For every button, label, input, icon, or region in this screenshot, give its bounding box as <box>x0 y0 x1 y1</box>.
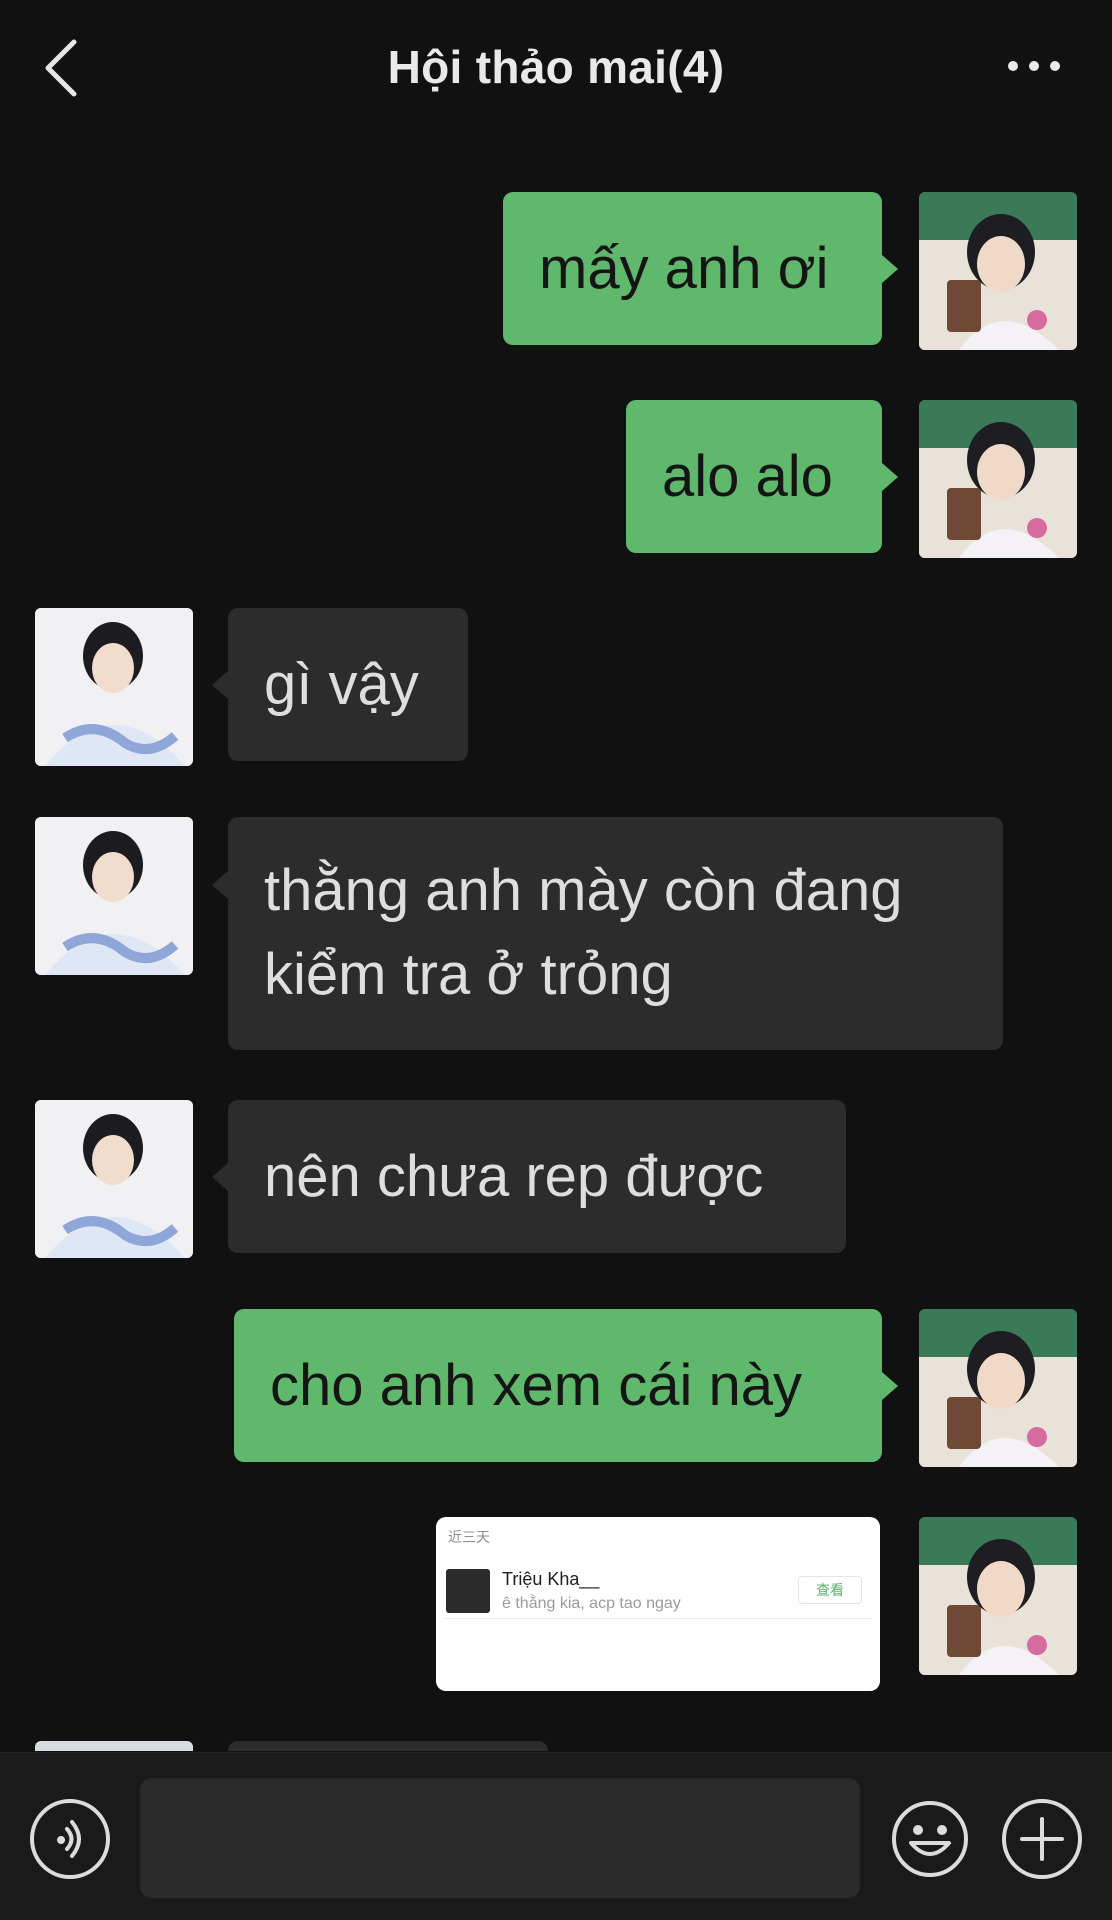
message-bubble-received[interactable]: nên chưa rep được <box>212 1100 846 1253</box>
card-header-text: 近三天 <box>448 1529 490 1545</box>
plus-icon[interactable] <box>1002 1799 1082 1879</box>
card-contact-message: ê thằng kia, acp tao ngay <box>502 1595 681 1612</box>
message-text-line: thằng anh mày còn đang <box>264 858 903 923</box>
avatar-contact-partial <box>35 1741 193 1751</box>
input-bar <box>0 1752 1112 1920</box>
message-text: cho anh xem cái này <box>270 1352 802 1418</box>
chat-header: Hội thảo mai(4) <box>0 0 1112 140</box>
card-contact-row: Triệu Kha__ ê thằng kia, acp tao ngay 查看 <box>444 1559 872 1619</box>
card-contact-name: Triệu Kha__ <box>502 1569 600 1589</box>
more-dots-icon[interactable] <box>1006 58 1062 74</box>
message-bubble-sent[interactable]: alo alo <box>626 400 898 553</box>
avatar-contact[interactable] <box>35 608 193 766</box>
contact-thumbnail <box>446 1569 490 1613</box>
message-text: mấy anh ơi <box>539 235 829 301</box>
message-text: nên chưa rep được <box>264 1143 764 1209</box>
emoji-icon[interactable] <box>890 1799 970 1879</box>
avatar-self[interactable] <box>919 1517 1077 1675</box>
chat-title: Hội thảo mai(4) <box>387 41 725 93</box>
avatar-self[interactable] <box>919 1309 1077 1467</box>
avatar-self[interactable] <box>919 192 1077 350</box>
voice-icon[interactable] <box>30 1799 110 1879</box>
shared-image-card[interactable]: 近三天 Triệu Kha__ ê thằng kia, acp tao nga… <box>436 1517 880 1691</box>
avatar-contact[interactable] <box>35 1100 193 1258</box>
message-bubble-sent[interactable]: mấy anh ơi <box>503 192 898 345</box>
card-view-button: 查看 <box>798 1576 862 1604</box>
message-text: alo alo <box>662 443 833 509</box>
message-input[interactable] <box>140 1778 860 1898</box>
avatar-self[interactable] <box>919 400 1077 558</box>
message-bubble-received[interactable]: thằng anh mày còn đang kiểm tra ở trỏng <box>212 817 1003 1050</box>
avatar-contact[interactable] <box>35 817 193 975</box>
message-bubble-sent[interactable]: cho anh xem cái này <box>234 1309 898 1462</box>
chat-screen: Hội thảo mai(4) mấy anh ơi alo alo gì vậ… <box>0 0 1112 1920</box>
message-bubble-received[interactable]: gì vậy <box>212 608 468 761</box>
message-text-line: kiểm tra ở trỏng <box>264 942 673 1007</box>
message-bubble-partial <box>228 1741 548 1751</box>
message-text: gì vậy <box>264 651 419 717</box>
